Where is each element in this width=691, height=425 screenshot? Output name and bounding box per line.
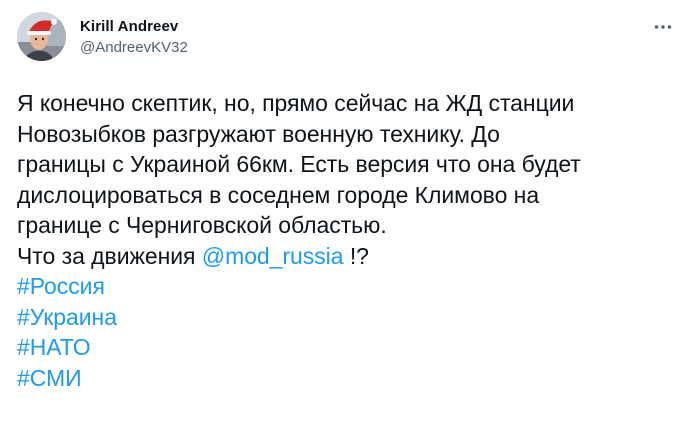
question-suffix: !? — [349, 242, 369, 269]
mention-link[interactable]: @mod_russia — [202, 243, 344, 269]
tweet-text-line: дислоцироваться в соседнем городе Климов… — [17, 181, 540, 208]
tweet-question-line: Что за движения @mod_russia !? — [17, 241, 682, 272]
tweet-text-line: Я конечно скептик, но, прямо сейчас на Ж… — [17, 90, 575, 116]
display-name[interactable]: Kirill Andreev — [80, 17, 188, 37]
avatar[interactable] — [17, 12, 66, 61]
hashtag-line: #НАТО — [17, 332, 682, 363]
user-handle[interactable]: @AndreevKV32 — [80, 38, 188, 58]
hashtag-line: #Россия — [17, 271, 682, 302]
tweet-card: Kirill Andreev @AndreevKV32 Я конечно ск… — [0, 0, 691, 425]
hashtag-line: #Украина — [17, 302, 682, 333]
more-horizontal-icon — [654, 25, 672, 29]
hashtag-link-ukraine[interactable]: #Украина — [17, 304, 117, 330]
hashtag-line: #СМИ — [17, 363, 682, 394]
tweet-text-line: границе с Черниговской областью. — [17, 212, 387, 238]
avatar-photo-santa-hat — [17, 12, 66, 61]
author-block: Kirill Andreev @AndreevKV32 — [80, 17, 188, 58]
hashtag-link-nato[interactable]: #НАТО — [17, 334, 91, 360]
hashtag-link-russia[interactable]: #Россия — [17, 273, 105, 299]
tweet-text-line: Новозыбков разгружают военную технику. Д… — [17, 120, 500, 147]
hashtag-link-media[interactable]: #СМИ — [17, 365, 82, 391]
more-options-button[interactable] — [649, 15, 677, 39]
tweet-text-line: границы с Украиной 66км. Есть версия что… — [17, 151, 581, 177]
tweet-text: Я конечно скептик, но, прямо сейчас на Ж… — [17, 88, 682, 393]
question-prefix: Что за движения — [17, 242, 196, 269]
